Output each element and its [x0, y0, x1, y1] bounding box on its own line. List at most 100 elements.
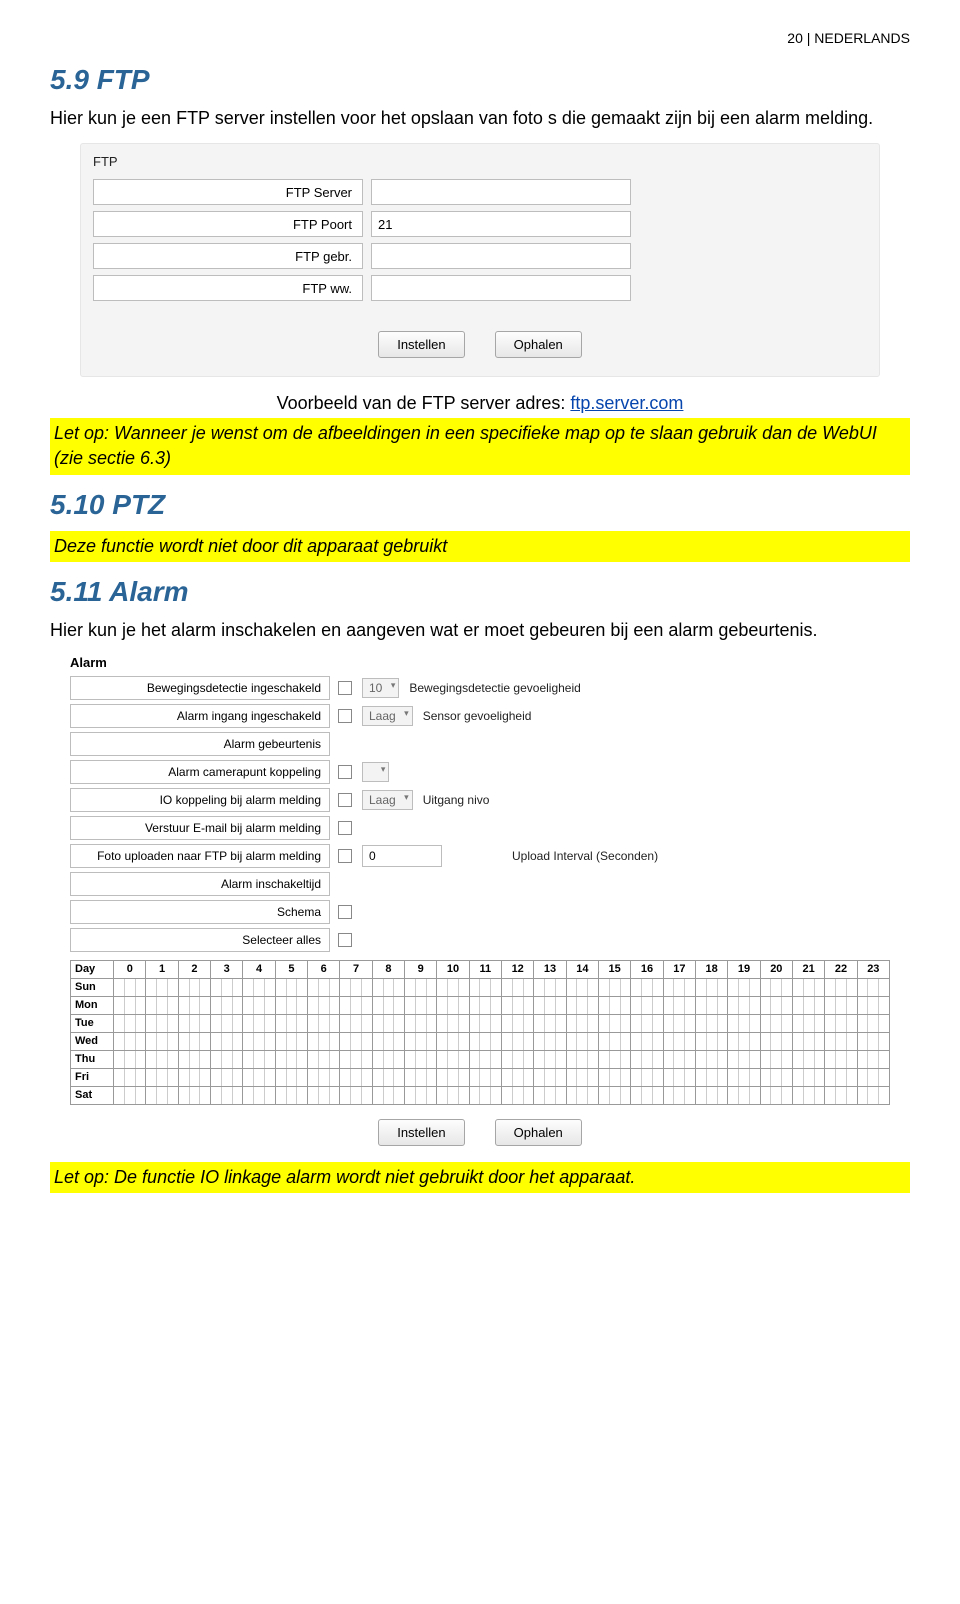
schedule-hour-header[interactable]: 2	[178, 960, 210, 978]
schedule-hour-cell[interactable]	[372, 1086, 404, 1104]
schedule-hour-cell[interactable]	[340, 1014, 372, 1032]
schedule-day-cell[interactable]: Sat	[71, 1086, 114, 1104]
schedule-hour-cell[interactable]	[760, 1050, 792, 1068]
schedule-hour-cell[interactable]	[502, 1086, 534, 1104]
alarm-ophalen-button[interactable]: Ophalen	[495, 1119, 582, 1146]
ftp-gebr-input[interactable]	[371, 243, 631, 269]
schedule-hour-cell[interactable]	[663, 1014, 695, 1032]
schedule-hour-cell[interactable]	[275, 1014, 307, 1032]
schedule-hour-cell[interactable]	[857, 996, 889, 1014]
schedule-hour-cell[interactable]	[340, 1086, 372, 1104]
schedule-hour-cell[interactable]	[857, 1086, 889, 1104]
schedule-hour-cell[interactable]	[146, 1068, 178, 1086]
alarm-motion-select[interactable]: 10	[362, 678, 399, 698]
schedule-hour-cell[interactable]	[631, 978, 663, 996]
schedule-hour-cell[interactable]	[340, 1032, 372, 1050]
schedule-hour-cell[interactable]	[275, 1068, 307, 1086]
schedule-hour-cell[interactable]	[631, 996, 663, 1014]
alarm-motion-checkbox[interactable]	[338, 681, 352, 695]
schedule-hour-cell[interactable]	[825, 996, 857, 1014]
alarm-input-checkbox[interactable]	[338, 709, 352, 723]
schedule-hour-cell[interactable]	[469, 1014, 501, 1032]
ftp-ww-input[interactable]	[371, 275, 631, 301]
schedule-hour-cell[interactable]	[372, 1014, 404, 1032]
schedule-hour-cell[interactable]	[599, 978, 631, 996]
schedule-hour-cell[interactable]	[566, 1014, 598, 1032]
schedule-hour-header[interactable]: 7	[340, 960, 372, 978]
schedule-hour-cell[interactable]	[405, 1032, 437, 1050]
schedule-hour-header[interactable]: 6	[308, 960, 340, 978]
schedule-hour-cell[interactable]	[211, 1068, 243, 1086]
schedule-hour-cell[interactable]	[437, 1068, 469, 1086]
schedule-hour-cell[interactable]	[792, 1068, 824, 1086]
schedule-hour-cell[interactable]	[437, 1086, 469, 1104]
schedule-hour-header[interactable]: 14	[566, 960, 598, 978]
schedule-hour-cell[interactable]	[857, 1014, 889, 1032]
schedule-hour-cell[interactable]	[469, 1086, 501, 1104]
schedule-hour-cell[interactable]	[340, 996, 372, 1014]
schedule-hour-header[interactable]: 3	[211, 960, 243, 978]
schedule-hour-cell[interactable]	[275, 996, 307, 1014]
schedule-hour-cell[interactable]	[825, 1032, 857, 1050]
schedule-hour-cell[interactable]	[437, 1014, 469, 1032]
schedule-hour-cell[interactable]	[340, 1050, 372, 1068]
schedule-hour-cell[interactable]	[437, 996, 469, 1014]
schedule-hour-header[interactable]: 23	[857, 960, 889, 978]
schedule-hour-header[interactable]: 12	[502, 960, 534, 978]
schedule-hour-cell[interactable]	[534, 978, 566, 996]
schedule-day-cell[interactable]: Tue	[71, 1014, 114, 1032]
schedule-hour-cell[interactable]	[308, 1068, 340, 1086]
schedule-hour-cell[interactable]	[599, 1050, 631, 1068]
schedule-hour-cell[interactable]	[405, 996, 437, 1014]
schedule-hour-cell[interactable]	[275, 1032, 307, 1050]
schedule-hour-cell[interactable]	[728, 978, 760, 996]
schedule-hour-cell[interactable]	[469, 1068, 501, 1086]
schedule-hour-cell[interactable]	[792, 1050, 824, 1068]
schedule-hour-cell[interactable]	[437, 1032, 469, 1050]
schedule-hour-header[interactable]: 11	[469, 960, 501, 978]
schedule-hour-cell[interactable]	[437, 978, 469, 996]
ftp-poort-input[interactable]: 21	[371, 211, 631, 237]
schedule-hour-cell[interactable]	[825, 1068, 857, 1086]
schedule-day-cell[interactable]: Sun	[71, 978, 114, 996]
schedule-hour-cell[interactable]	[663, 1086, 695, 1104]
schedule-hour-cell[interactable]	[857, 1068, 889, 1086]
schedule-hour-header[interactable]: 9	[405, 960, 437, 978]
schedule-hour-cell[interactable]	[308, 1014, 340, 1032]
schedule-hour-header[interactable]: 21	[792, 960, 824, 978]
schedule-hour-header[interactable]: 20	[760, 960, 792, 978]
schedule-hour-cell[interactable]	[728, 1014, 760, 1032]
schedule-hour-cell[interactable]	[146, 1032, 178, 1050]
alarm-io-select[interactable]: Laag	[362, 790, 413, 810]
schedule-hour-cell[interactable]	[599, 1086, 631, 1104]
schedule-hour-cell[interactable]	[825, 1086, 857, 1104]
schedule-hour-cell[interactable]	[599, 1014, 631, 1032]
schedule-hour-cell[interactable]	[372, 1068, 404, 1086]
schedule-hour-cell[interactable]	[469, 1032, 501, 1050]
schedule-hour-cell[interactable]	[728, 1050, 760, 1068]
schedule-hour-cell[interactable]	[760, 1068, 792, 1086]
schedule-hour-cell[interactable]	[502, 978, 534, 996]
schedule-hour-cell[interactable]	[566, 1032, 598, 1050]
schedule-hour-cell[interactable]	[696, 978, 728, 996]
schedule-hour-cell[interactable]	[631, 1050, 663, 1068]
schedule-hour-cell[interactable]	[566, 996, 598, 1014]
schedule-hour-cell[interactable]	[663, 1068, 695, 1086]
schedule-day-cell[interactable]: Fri	[71, 1068, 114, 1086]
alarm-input-select[interactable]: Laag	[362, 706, 413, 726]
schedule-hour-cell[interactable]	[534, 996, 566, 1014]
schedule-hour-cell[interactable]	[178, 978, 210, 996]
schedule-hour-cell[interactable]	[728, 996, 760, 1014]
schedule-hour-cell[interactable]	[825, 1050, 857, 1068]
schedule-hour-cell[interactable]	[792, 1032, 824, 1050]
schedule-hour-cell[interactable]	[211, 1050, 243, 1068]
schedule-hour-header[interactable]: 22	[825, 960, 857, 978]
schedule-hour-cell[interactable]	[696, 996, 728, 1014]
schedule-hour-cell[interactable]	[825, 978, 857, 996]
schedule-hour-cell[interactable]	[275, 978, 307, 996]
schedule-hour-cell[interactable]	[760, 1032, 792, 1050]
schedule-hour-cell[interactable]	[308, 978, 340, 996]
alarm-ftpupload-interval[interactable]: 0	[362, 845, 442, 867]
schedule-hour-cell[interactable]	[372, 978, 404, 996]
schedule-hour-cell[interactable]	[469, 1050, 501, 1068]
